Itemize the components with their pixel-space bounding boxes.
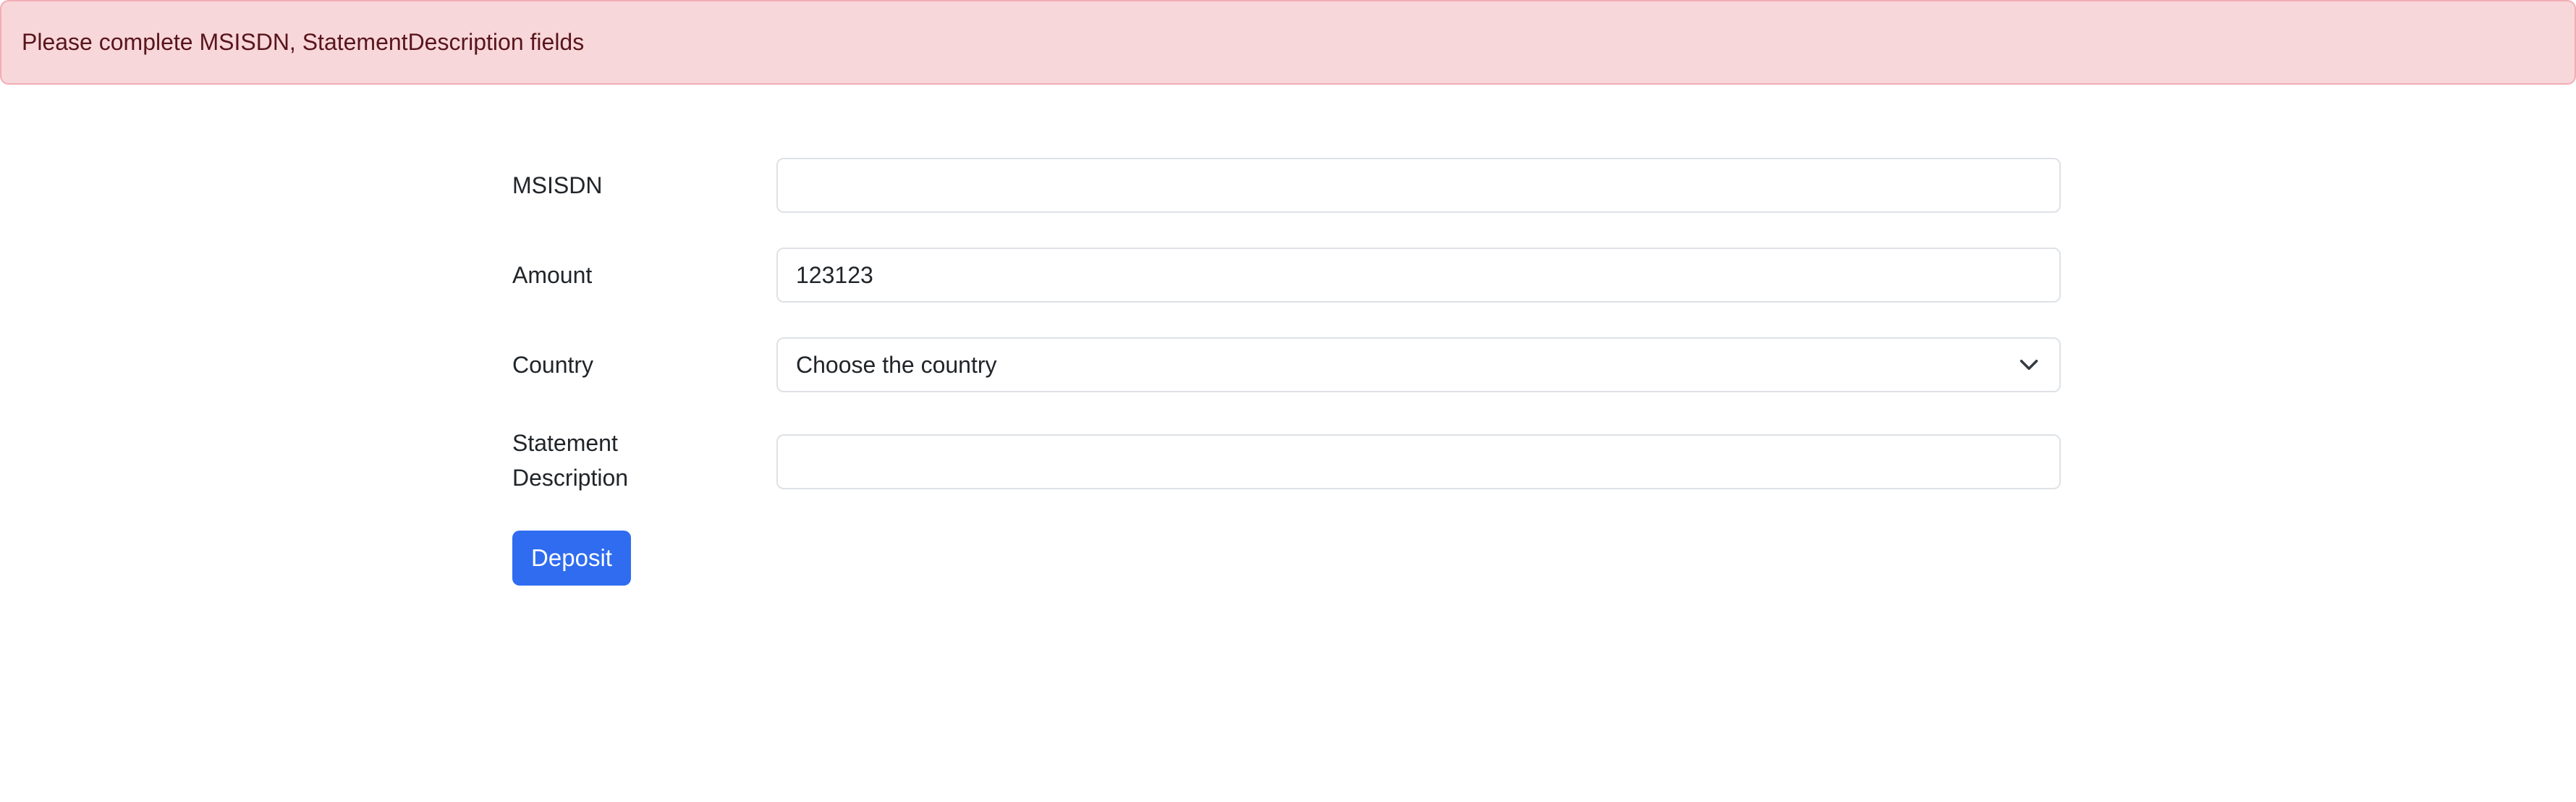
statement-description-label-line2: Description (512, 465, 629, 491)
msisdn-input[interactable] (776, 158, 2061, 213)
deposit-button[interactable]: Deposit (512, 531, 631, 586)
amount-row: Amount 123123 (512, 248, 2061, 303)
country-selected-value: Choose the country (796, 351, 997, 378)
msisdn-row: MSISDN (512, 158, 2061, 213)
amount-label: Amount (512, 262, 593, 288)
country-select[interactable]: Choose the country (776, 337, 2061, 392)
country-row: Country Choose the country (512, 337, 2061, 392)
country-label: Country (512, 352, 594, 378)
amount-value: 123123 (796, 261, 873, 288)
chevron-down-icon (2020, 360, 2038, 370)
error-alert: Please complete MSISDN, StatementDescrip… (0, 0, 2576, 85)
statement-description-label: Statement Description (512, 426, 628, 495)
alert-message: Please complete MSISDN, StatementDescrip… (22, 29, 585, 55)
statement-description-input[interactable] (776, 434, 2061, 489)
statement-description-label-line1: Statement (512, 430, 618, 456)
amount-input[interactable]: 123123 (776, 248, 2061, 303)
msisdn-label: MSISDN (512, 172, 603, 198)
statement-description-row: Statement Description (512, 427, 2061, 514)
